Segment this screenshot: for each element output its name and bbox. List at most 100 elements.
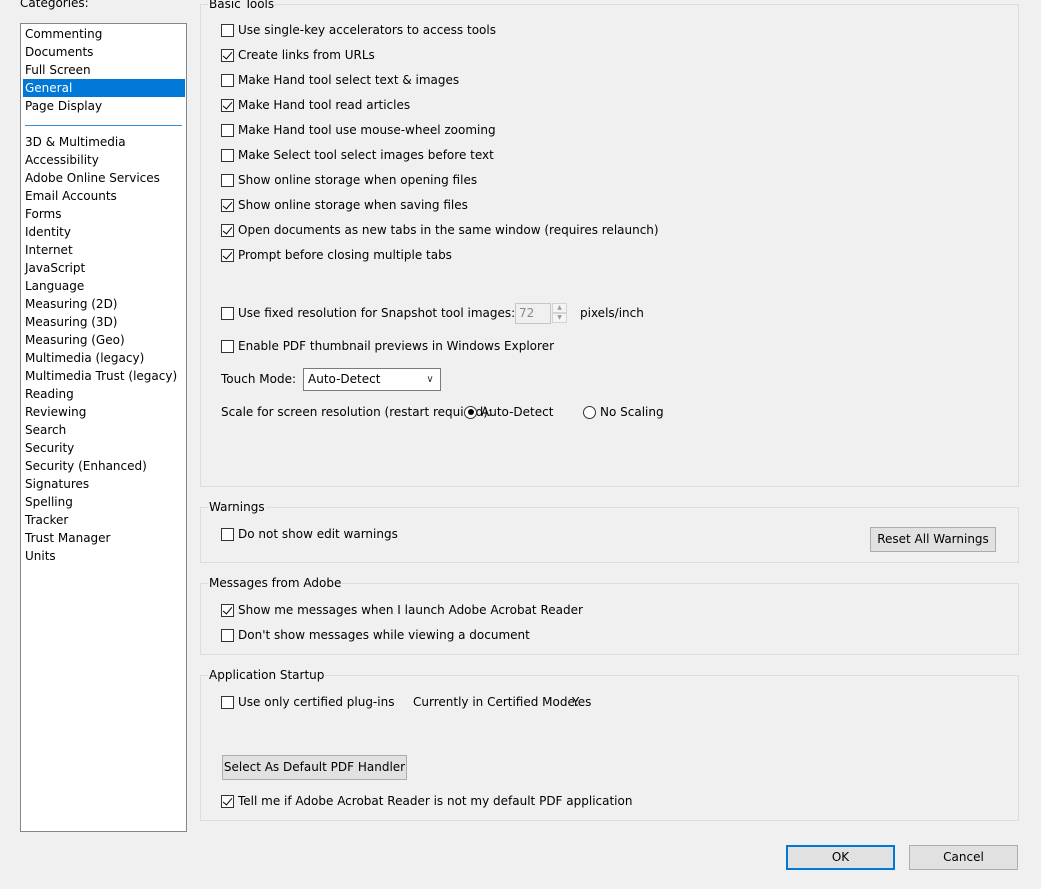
- snapshot-resolution-checkbox[interactable]: Use fixed resolution for Snapshot tool i…: [221, 305, 515, 321]
- scale-auto-label: Auto-Detect: [481, 405, 554, 419]
- option-label: Make Hand tool select text & images: [238, 73, 460, 87]
- option-checkbox[interactable]: Use single-key accelerators to access to…: [221, 22, 496, 38]
- certified-mode-label: Currently in Certified Mode:: [413, 695, 579, 709]
- checkbox-box[interactable]: [221, 695, 234, 709]
- checkbox-box[interactable]: [221, 173, 234, 187]
- checkbox-box[interactable]: [221, 198, 234, 212]
- checkbox-box[interactable]: [221, 23, 234, 37]
- scale-label: Scale for screen resolution (restart req…: [221, 405, 493, 419]
- checkbox-box[interactable]: [221, 98, 234, 112]
- chevron-down-icon: ∨: [426, 374, 434, 385]
- category-item[interactable]: Internet: [23, 241, 185, 259]
- thumbnail-preview-label: Enable PDF thumbnail previews in Windows…: [238, 339, 555, 353]
- option-label: Use single-key accelerators to access to…: [238, 23, 496, 37]
- snapshot-resolution-input[interactable]: 72: [515, 303, 551, 324]
- category-item[interactable]: Adobe Online Services: [23, 169, 185, 187]
- scale-none-label: No Scaling: [600, 405, 664, 419]
- category-item[interactable]: Forms: [23, 205, 185, 223]
- scale-auto-radio[interactable]: Auto-Detect: [464, 404, 553, 420]
- radio-circle[interactable]: [583, 405, 596, 419]
- option-checkbox[interactable]: Make Hand tool read articles: [221, 97, 410, 113]
- category-item[interactable]: Language: [23, 277, 185, 295]
- option-checkbox[interactable]: Prompt before closing multiple tabs: [221, 247, 452, 263]
- option-checkbox[interactable]: Make Hand tool select text & images: [221, 72, 459, 88]
- option-label: Make Hand tool use mouse-wheel zooming: [238, 123, 496, 137]
- category-item[interactable]: 3D & Multimedia: [23, 133, 185, 151]
- reset-warnings-button[interactable]: Reset All Warnings: [870, 527, 996, 552]
- checkbox-box[interactable]: [221, 306, 234, 320]
- edit-warnings-checkbox[interactable]: Do not show edit warnings: [221, 526, 398, 542]
- category-item[interactable]: Tracker: [23, 511, 185, 529]
- option-checkbox[interactable]: Make Hand tool use mouse-wheel zooming: [221, 122, 496, 138]
- category-item[interactable]: Email Accounts: [23, 187, 185, 205]
- category-item[interactable]: Identity: [23, 223, 185, 241]
- radio-circle[interactable]: [464, 405, 477, 419]
- category-item[interactable]: Measuring (Geo): [23, 331, 185, 349]
- category-item[interactable]: Units: [23, 547, 185, 565]
- category-item[interactable]: Measuring (2D): [23, 295, 185, 313]
- checkbox-box[interactable]: [221, 123, 234, 137]
- category-item[interactable]: Trust Manager: [23, 529, 185, 547]
- edit-warnings-label: Do not show edit warnings: [238, 527, 398, 541]
- category-item[interactable]: Full Screen: [23, 61, 185, 79]
- spin-up-icon[interactable]: ▲: [552, 303, 567, 313]
- scale-none-radio[interactable]: No Scaling: [583, 404, 664, 420]
- checkbox-box[interactable]: [221, 223, 234, 237]
- ok-button[interactable]: OK: [786, 845, 895, 870]
- certified-plugins-label: Use only certified plug-ins: [238, 695, 395, 709]
- option-label: Show me messages when I launch Adobe Acr…: [238, 603, 583, 617]
- category-item[interactable]: Multimedia (legacy): [23, 349, 185, 367]
- thumbnail-preview-checkbox[interactable]: Enable PDF thumbnail previews in Windows…: [221, 338, 554, 354]
- option-label: Don't show messages while viewing a docu…: [238, 628, 530, 642]
- categories-list[interactable]: Commenting Documents Full Screen General Pag…: [20, 23, 187, 832]
- option-label: Create links from URLs: [238, 48, 375, 62]
- option-label: Show online storage when saving files: [238, 198, 468, 212]
- option-label: Make Hand tool read articles: [238, 98, 411, 112]
- checkbox-box[interactable]: [221, 248, 234, 262]
- category-item[interactable]: Signatures: [23, 475, 185, 493]
- category-item[interactable]: Page Display: [23, 97, 185, 115]
- category-item[interactable]: Security (Enhanced): [23, 457, 185, 475]
- touch-mode-label: Touch Mode:: [221, 372, 296, 386]
- cancel-button[interactable]: Cancel: [909, 845, 1018, 870]
- category-item[interactable]: Reading: [23, 385, 185, 403]
- category-item[interactable]: Security: [23, 439, 185, 457]
- category-item[interactable]: JavaScript: [23, 259, 185, 277]
- default-app-check-checkbox[interactable]: Tell me if Adobe Acrobat Reader is not m…: [221, 793, 632, 809]
- category-item[interactable]: Accessibility: [23, 151, 185, 169]
- checkbox-box[interactable]: [221, 339, 234, 353]
- checkbox-box[interactable]: [221, 628, 234, 642]
- snapshot-resolution-spinner[interactable]: ▲ ▼: [552, 303, 567, 324]
- category-item[interactable]: Commenting: [23, 25, 185, 43]
- spin-down-icon[interactable]: ▼: [552, 313, 567, 323]
- category-item[interactable]: Spelling: [23, 493, 185, 511]
- snapshot-resolution-label: Use fixed resolution for Snapshot tool i…: [238, 306, 516, 320]
- option-checkbox[interactable]: Create links from URLs: [221, 47, 375, 63]
- messages-title: Messages from Adobe: [208, 575, 343, 591]
- category-item[interactable]: Documents: [23, 43, 185, 61]
- touch-mode-select[interactable]: Auto-Detect ∨: [303, 368, 441, 391]
- option-checkbox[interactable]: Make Select tool select images before te…: [221, 147, 494, 163]
- option-checkbox[interactable]: Open documents as new tabs in the same w…: [221, 222, 659, 238]
- option-checkbox[interactable]: Don't show messages while viewing a docu…: [221, 627, 530, 643]
- categories-label: Categories:: [20, 0, 89, 10]
- checkbox-box[interactable]: [221, 603, 234, 617]
- default-pdf-handler-button[interactable]: Select As Default PDF Handler: [222, 755, 407, 780]
- checkbox-box[interactable]: [221, 148, 234, 162]
- categories-separator: [25, 125, 182, 126]
- checkbox-box[interactable]: [221, 73, 234, 87]
- category-item[interactable]: Measuring (3D): [23, 313, 185, 331]
- checkbox-box[interactable]: [221, 48, 234, 62]
- checkbox-box[interactable]: [221, 527, 234, 541]
- option-checkbox[interactable]: Show online storage when opening files: [221, 172, 477, 188]
- category-item[interactable]: Search: [23, 421, 185, 439]
- option-label: Show online storage when opening files: [238, 173, 478, 187]
- warnings-title: Warnings: [208, 499, 266, 515]
- category-item[interactable]: General: [23, 79, 185, 97]
- category-item[interactable]: Reviewing: [23, 403, 185, 421]
- option-checkbox[interactable]: Show online storage when saving files: [221, 197, 468, 213]
- certified-plugins-checkbox[interactable]: Use only certified plug-ins: [221, 694, 394, 710]
- checkbox-box[interactable]: [221, 794, 234, 808]
- option-checkbox[interactable]: Show me messages when I launch Adobe Acr…: [221, 602, 583, 618]
- category-item[interactable]: Multimedia Trust (legacy): [23, 367, 185, 385]
